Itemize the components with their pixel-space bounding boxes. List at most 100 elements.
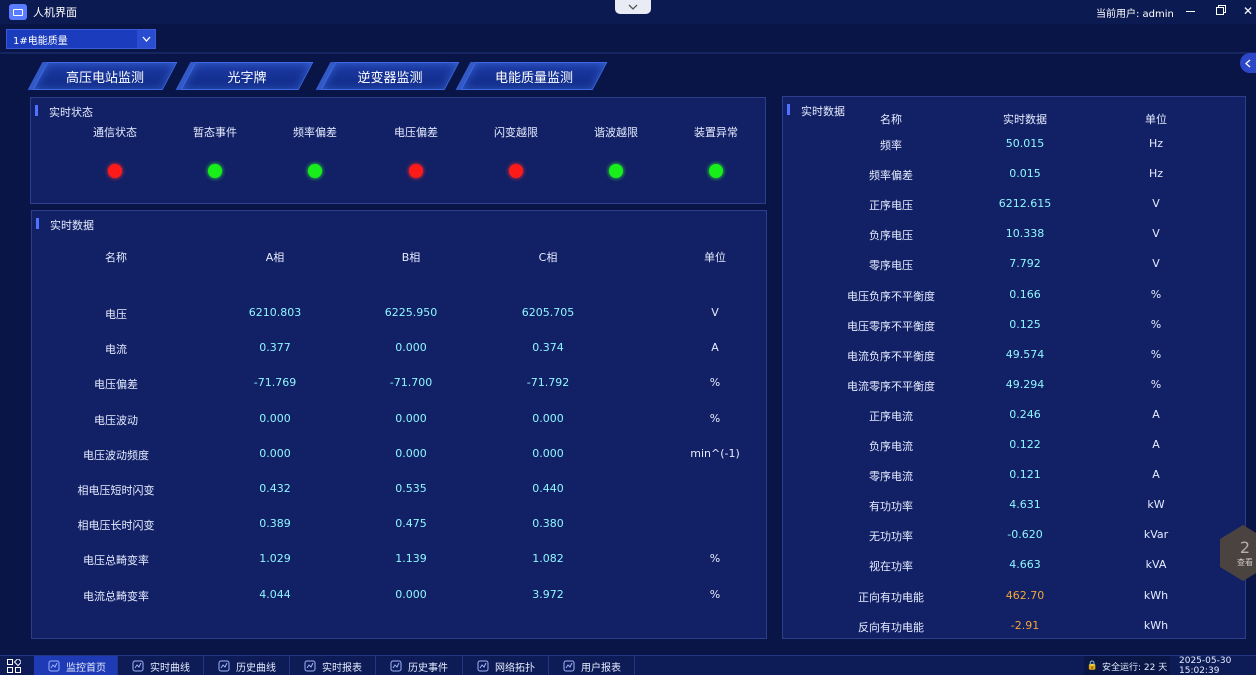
row-unit: kWh — [1143, 588, 1169, 602]
status-indicator — [308, 164, 322, 178]
chevron-down-icon — [628, 4, 638, 10]
column-header: 名称 — [880, 113, 902, 126]
apps-grid-icon[interactable] — [7, 659, 21, 673]
phase-value: 0.380 — [532, 517, 564, 531]
dropdown-arrow[interactable] — [137, 30, 155, 48]
phase-value: 0.000 — [532, 446, 564, 460]
column-header: C相 — [538, 251, 558, 264]
phase-data-panel: 实时数据 名称 A相 B相 C相 单位 电压 6210.803 6225.950 6205.70… — [31, 210, 767, 639]
topology-icon — [477, 660, 489, 672]
status-label: 电压偏差 — [394, 126, 438, 139]
tab-label: 光字牌 — [227, 70, 267, 86]
row-unit: % — [709, 411, 721, 425]
side-panel-toggle[interactable] — [1240, 53, 1256, 73]
row-name: 正序电压 — [869, 199, 913, 213]
tab-inverter[interactable]: 逆变器监测 — [320, 62, 460, 90]
user-report-icon — [563, 660, 575, 672]
row-name: 负序电压 — [869, 229, 913, 243]
phase-value: 1.029 — [259, 552, 291, 566]
row-name: 电压负序不平衡度 — [847, 289, 935, 303]
hex-badge-number: 2 — [1239, 538, 1251, 557]
status-indicator — [609, 164, 623, 178]
status-indicator — [409, 164, 423, 178]
app-title: 人机界面 — [33, 6, 77, 19]
collapse-toggle[interactable] — [615, 0, 651, 14]
row-name: 频率偏差 — [869, 169, 913, 183]
row-name: 电压波动 — [94, 413, 138, 427]
chevron-down-icon — [142, 36, 150, 42]
realtime-value: 50.015 — [1005, 137, 1045, 150]
bottom-nav-item[interactable]: 实时曲线 — [118, 656, 204, 675]
row-unit: A — [1152, 468, 1160, 482]
bottom-nav-label: 监控首页 — [66, 662, 106, 674]
row-name: 零序电压 — [869, 259, 913, 273]
realtime-value: 0.121 — [1009, 468, 1041, 482]
minimize-icon — [1185, 10, 1195, 12]
tab-power-quality[interactable]: 电能质量监测 — [460, 62, 608, 90]
phase-value: 1.139 — [395, 552, 427, 566]
app-icon — [9, 4, 27, 20]
phase-value: 0.432 — [259, 482, 291, 495]
history-curve-icon — [218, 660, 230, 672]
tab-substation[interactable]: 高压电站监测 — [32, 62, 178, 90]
status-indicator — [208, 164, 222, 178]
phase-value: 0.535 — [395, 482, 427, 495]
panel-title: 实时数据 — [36, 217, 94, 233]
phase-value: -71.792 — [526, 376, 570, 390]
bottom-nav-item[interactable]: 监控首页 — [34, 656, 118, 675]
row-name: 无功功率 — [869, 530, 913, 544]
row-name: 电流总畸变率 — [83, 589, 149, 603]
row-name: 电压零序不平衡度 — [847, 319, 935, 333]
phase-value: 6205.705 — [521, 306, 575, 319]
status-indicator — [108, 164, 122, 178]
status-label: 通信状态 — [93, 126, 137, 139]
row-unit: V — [1152, 197, 1160, 211]
tab-label: 逆变器监测 — [357, 70, 423, 86]
close-button[interactable]: ✕ — [1240, 3, 1256, 19]
status-indicator — [509, 164, 523, 178]
row-name: 正向有功电能 — [858, 590, 924, 604]
row-name: 反向有功电能 — [858, 620, 924, 634]
chevron-left-icon — [1245, 59, 1251, 67]
row-name: 电流负序不平衡度 — [847, 349, 935, 363]
bottom-nav-label: 历史事件 — [408, 662, 448, 674]
phase-value: 0.000 — [259, 411, 291, 425]
row-unit: kW — [1147, 498, 1165, 512]
row-unit: % — [1150, 347, 1162, 361]
phase-value: 0.377 — [259, 341, 291, 355]
bottom-nav-item[interactable]: 用户报表 — [549, 656, 635, 675]
bottom-nav-item[interactable]: 历史曲线 — [204, 656, 290, 675]
summary-data-panel: 实时数据 名称 实时数据 单位 频率 50.015 Hz 频率偏差 0.015 Hz 正序电压 62… — [782, 96, 1246, 639]
device-select[interactable]: 1#电能质量 — [6, 29, 156, 49]
phase-value: -71.700 — [389, 376, 433, 390]
bottom-nav-item[interactable]: 实时报表 — [290, 656, 376, 675]
row-unit: kVar — [1143, 528, 1169, 542]
restore-icon — [1216, 7, 1224, 15]
status-label: 暂态事件 — [193, 126, 237, 139]
bottom-nav-label: 用户报表 — [581, 662, 621, 674]
bottom-nav-label: 实时报表 — [322, 662, 362, 674]
current-user: 当前用户: admin — [1096, 9, 1174, 20]
row-unit: % — [709, 587, 721, 601]
row-unit: % — [1150, 287, 1162, 301]
clock: 2025-05-30 15:02:39 — [1179, 656, 1256, 675]
realtime-value: 10.338 — [1005, 227, 1045, 241]
phase-value: 0.389 — [259, 517, 291, 531]
row-name: 电流 — [105, 343, 127, 357]
home-icon — [48, 660, 60, 672]
bottom-nav-label: 网络拓扑 — [495, 662, 535, 674]
tab-light-panel[interactable]: 光字牌 — [180, 62, 314, 90]
bottom-nav-item[interactable]: 历史事件 — [376, 656, 463, 675]
column-header: 单位 — [704, 251, 726, 264]
minimize-button[interactable] — [1182, 3, 1198, 19]
realtime-value: 49.574 — [1005, 347, 1045, 361]
row-name: 相电压短时闪变 — [77, 484, 155, 497]
phase-value: 0.000 — [395, 411, 427, 425]
bottom-nav-item[interactable]: 网络拓扑 — [463, 656, 549, 675]
row-unit: V — [711, 306, 719, 319]
datetime: 2025-05-30 15:02:39 — [1179, 656, 1232, 675]
row-name: 相电压长时闪变 — [77, 519, 155, 533]
maximize-button[interactable] — [1212, 3, 1228, 19]
trend-icon — [132, 660, 144, 672]
row-unit: V — [1152, 257, 1160, 271]
